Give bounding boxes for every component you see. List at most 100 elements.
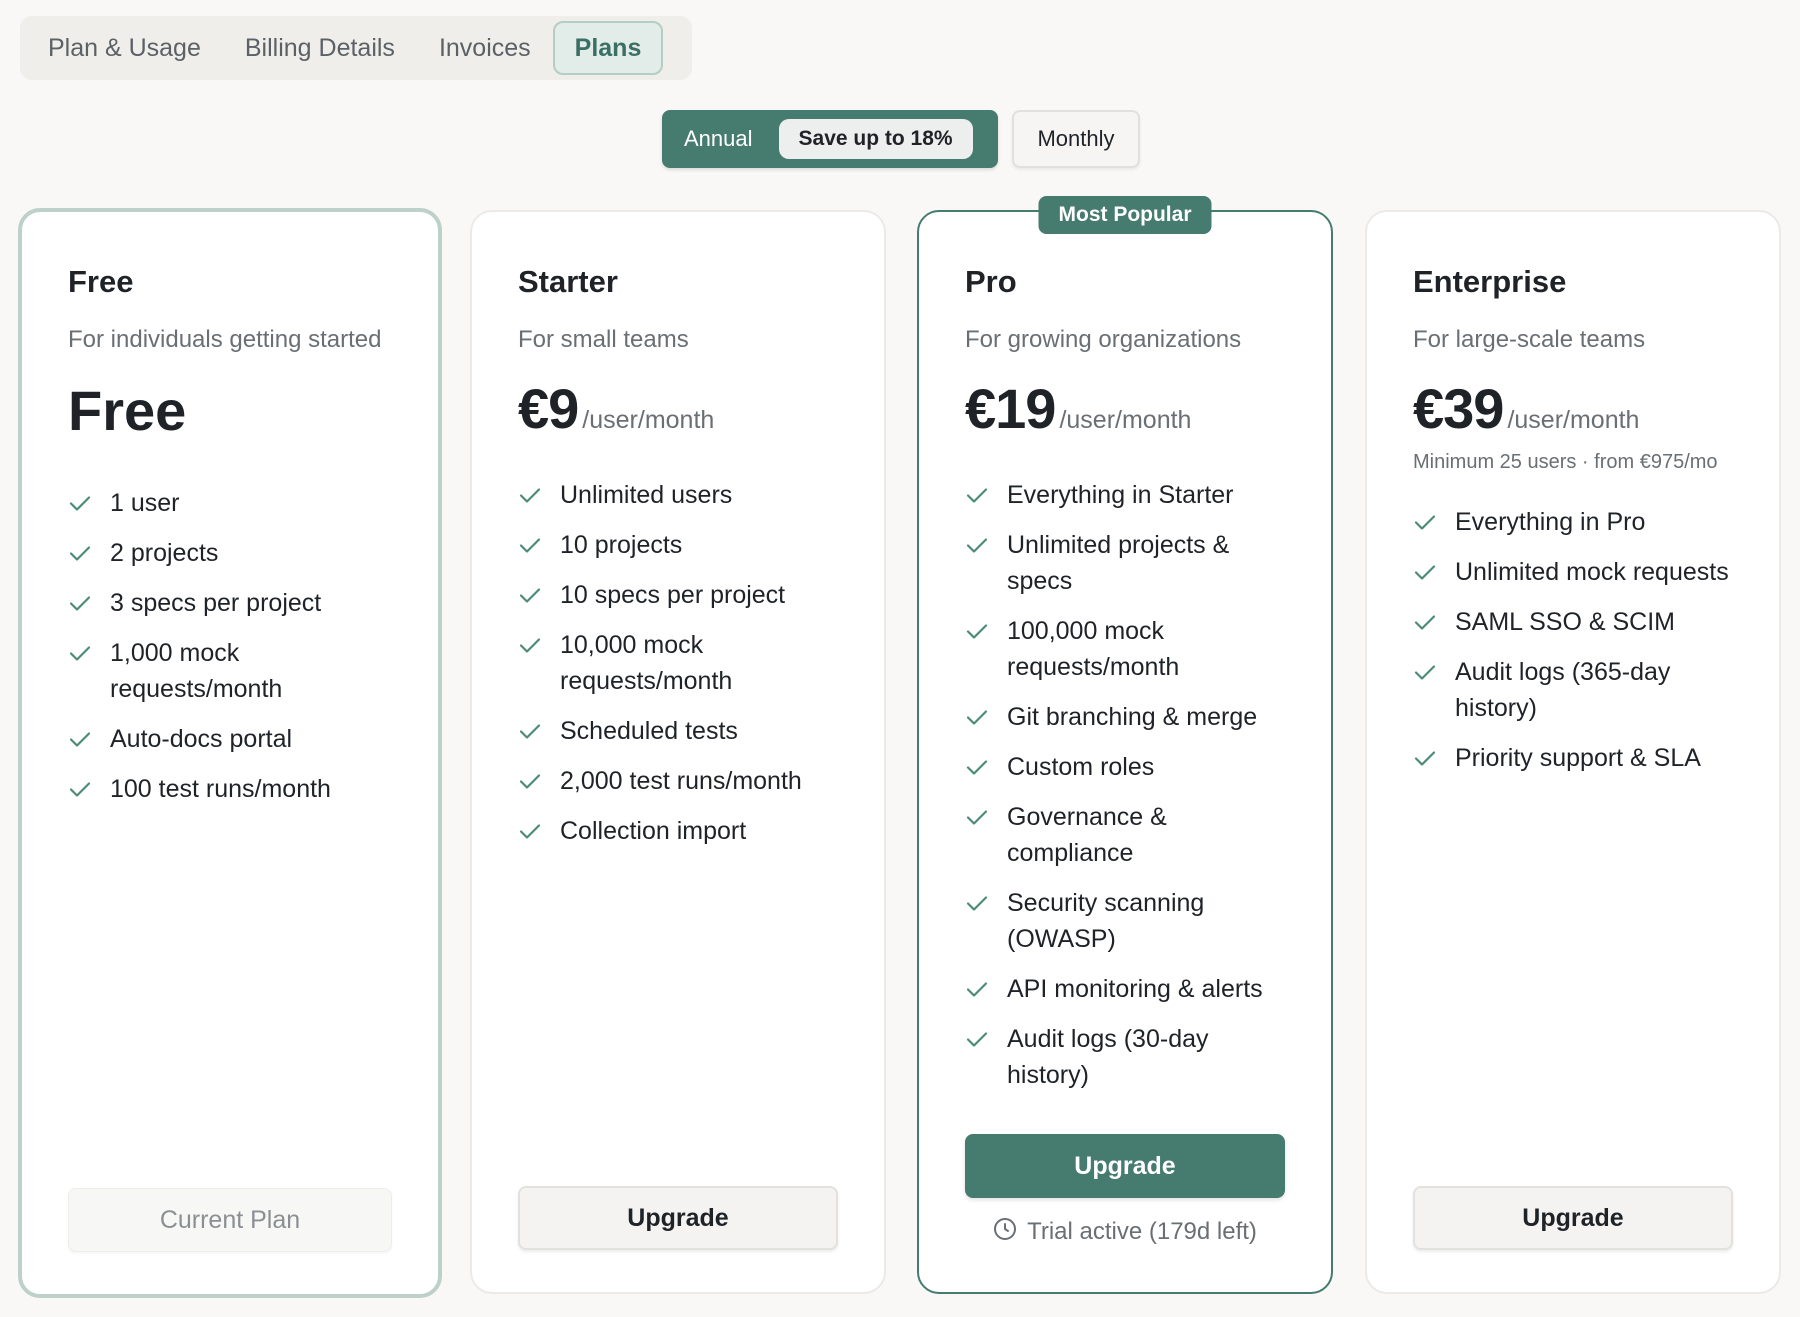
check-icon bbox=[965, 699, 991, 735]
check-icon bbox=[1413, 654, 1439, 690]
feature-item: 10 specs per project bbox=[518, 577, 838, 613]
plan-description: For small teams bbox=[518, 326, 689, 353]
feature-text: Unlimited projects & specs bbox=[1007, 531, 1230, 595]
plan-description: For individuals getting started bbox=[68, 326, 382, 353]
monthly-button[interactable]: Monthly bbox=[1012, 110, 1140, 168]
check-icon bbox=[965, 527, 991, 563]
check-icon bbox=[1413, 740, 1439, 776]
feature-text: Git branching & merge bbox=[1007, 703, 1258, 731]
feature-text: 1 user bbox=[110, 489, 180, 517]
annual-button[interactable]: Annual Save up to 18% bbox=[662, 110, 998, 168]
current-plan-button[interactable]: Current Plan bbox=[68, 1188, 392, 1252]
plan-price: Free bbox=[68, 379, 187, 442]
trial-note: Trial active (179d left) bbox=[1027, 1218, 1257, 1245]
feature-item: 2 projects bbox=[68, 535, 392, 571]
tab-invoices[interactable]: Invoices bbox=[417, 21, 553, 75]
plan-price: €9 bbox=[518, 377, 579, 440]
feature-item: Unlimited users bbox=[518, 477, 838, 513]
upgrade-button[interactable]: Upgrade bbox=[965, 1134, 1285, 1198]
feature-list: Unlimited users 10 projects 10 specs per p… bbox=[518, 477, 838, 849]
check-icon bbox=[68, 485, 94, 521]
most-popular-badge: Most Popular bbox=[1038, 196, 1212, 234]
feature-item: Audit logs (365-day history) bbox=[1413, 654, 1733, 726]
feature-item: Priority support & SLA bbox=[1413, 740, 1733, 776]
check-icon bbox=[68, 771, 94, 807]
check-icon bbox=[68, 635, 94, 671]
feature-text: Scheduled tests bbox=[560, 717, 738, 745]
feature-text: Priority support & SLA bbox=[1455, 744, 1701, 772]
annual-label: Annual bbox=[684, 126, 753, 151]
check-icon bbox=[1413, 604, 1439, 640]
feature-text: 2 projects bbox=[110, 539, 219, 567]
feature-item: 100 test runs/month bbox=[68, 771, 392, 807]
feature-text: Unlimited users bbox=[560, 481, 733, 509]
feature-text: 10 projects bbox=[560, 531, 683, 559]
plan-name: Pro bbox=[965, 264, 1017, 299]
feature-text: Custom roles bbox=[1007, 753, 1155, 781]
plan-name: Free bbox=[68, 264, 134, 299]
feature-text: 100,000 mock requests/month bbox=[1007, 617, 1180, 681]
check-icon bbox=[1413, 554, 1439, 590]
price-period: /user/month bbox=[582, 406, 715, 434]
tab-plan-usage[interactable]: Plan & Usage bbox=[26, 21, 223, 75]
check-icon bbox=[518, 527, 544, 563]
feature-list: Everything in Pro Unlimited mock requests… bbox=[1413, 504, 1733, 776]
feature-item: API monitoring & alerts bbox=[965, 971, 1285, 1007]
plan-description: For large-scale teams bbox=[1413, 326, 1646, 353]
check-icon bbox=[68, 585, 94, 621]
feature-text: 3 specs per project bbox=[110, 589, 322, 617]
check-icon bbox=[68, 535, 94, 571]
billing-period-toggle: Annual Save up to 18% Monthly bbox=[662, 110, 1140, 168]
check-icon bbox=[965, 799, 991, 835]
check-icon bbox=[518, 813, 544, 849]
check-icon bbox=[68, 721, 94, 757]
price-period: /user/month bbox=[1507, 406, 1640, 434]
check-icon bbox=[965, 885, 991, 921]
save-badge: Save up to 18% bbox=[778, 119, 973, 159]
check-icon bbox=[965, 749, 991, 785]
trial-status: Trial active (179d left) bbox=[919, 1216, 1331, 1248]
feature-text: Security scanning (OWASP) bbox=[1007, 889, 1205, 953]
feature-item: Security scanning (OWASP) bbox=[965, 885, 1285, 957]
clock-icon bbox=[993, 1217, 1017, 1248]
check-icon bbox=[518, 627, 544, 663]
feature-text: 1,000 mock requests/month bbox=[110, 639, 283, 703]
tab-billing-details[interactable]: Billing Details bbox=[223, 21, 417, 75]
feature-text: Auto-docs portal bbox=[110, 725, 293, 753]
plan-card-starter: Starter For small teams €9 /user/month U… bbox=[470, 210, 886, 1294]
plan-card-enterprise: Enterprise For large-scale teams €39 /us… bbox=[1365, 210, 1781, 1294]
feature-text: Collection import bbox=[560, 817, 747, 845]
plan-price: €39 bbox=[1413, 377, 1504, 440]
feature-item: Git branching & merge bbox=[965, 699, 1285, 735]
feature-text: Governance & compliance bbox=[1007, 803, 1167, 867]
price-period: /user/month bbox=[1059, 406, 1192, 434]
plan-name: Starter bbox=[518, 264, 618, 299]
feature-text: Unlimited mock requests bbox=[1455, 558, 1729, 586]
plan-price: €19 bbox=[965, 377, 1056, 440]
check-icon bbox=[518, 763, 544, 799]
tab-plans[interactable]: Plans bbox=[552, 21, 664, 75]
upgrade-button[interactable]: Upgrade bbox=[1413, 1186, 1733, 1250]
check-icon bbox=[518, 477, 544, 513]
upgrade-button[interactable]: Upgrade bbox=[518, 1186, 838, 1250]
feature-item: 100,000 mock requests/month bbox=[965, 613, 1285, 685]
feature-text: Everything in Pro bbox=[1455, 508, 1646, 536]
minimum-users-note: Minimum 25 users · from €975/mo bbox=[1413, 451, 1718, 473]
settings-tabs: Plan & Usage Billing Details Invoices Pl… bbox=[20, 16, 692, 80]
feature-item: Auto-docs portal bbox=[68, 721, 392, 757]
feature-item: Unlimited projects & specs bbox=[965, 527, 1285, 599]
feature-item: Scheduled tests bbox=[518, 713, 838, 749]
feature-text: 10,000 mock requests/month bbox=[560, 631, 733, 695]
plan-name: Enterprise bbox=[1413, 264, 1567, 299]
price-row: €9 /user/month bbox=[518, 376, 838, 441]
feature-text: SAML SSO & SCIM bbox=[1455, 608, 1675, 636]
feature-item: 2,000 test runs/month bbox=[518, 763, 838, 799]
feature-list: 1 user 2 projects 3 specs per project 1,000… bbox=[68, 485, 392, 807]
feature-text: Audit logs (365-day history) bbox=[1455, 658, 1671, 722]
check-icon bbox=[965, 477, 991, 513]
check-icon bbox=[965, 971, 991, 1007]
check-icon bbox=[1413, 504, 1439, 540]
feature-item: Custom roles bbox=[965, 749, 1285, 785]
feature-item: Everything in Starter bbox=[965, 477, 1285, 513]
check-icon bbox=[965, 1021, 991, 1057]
